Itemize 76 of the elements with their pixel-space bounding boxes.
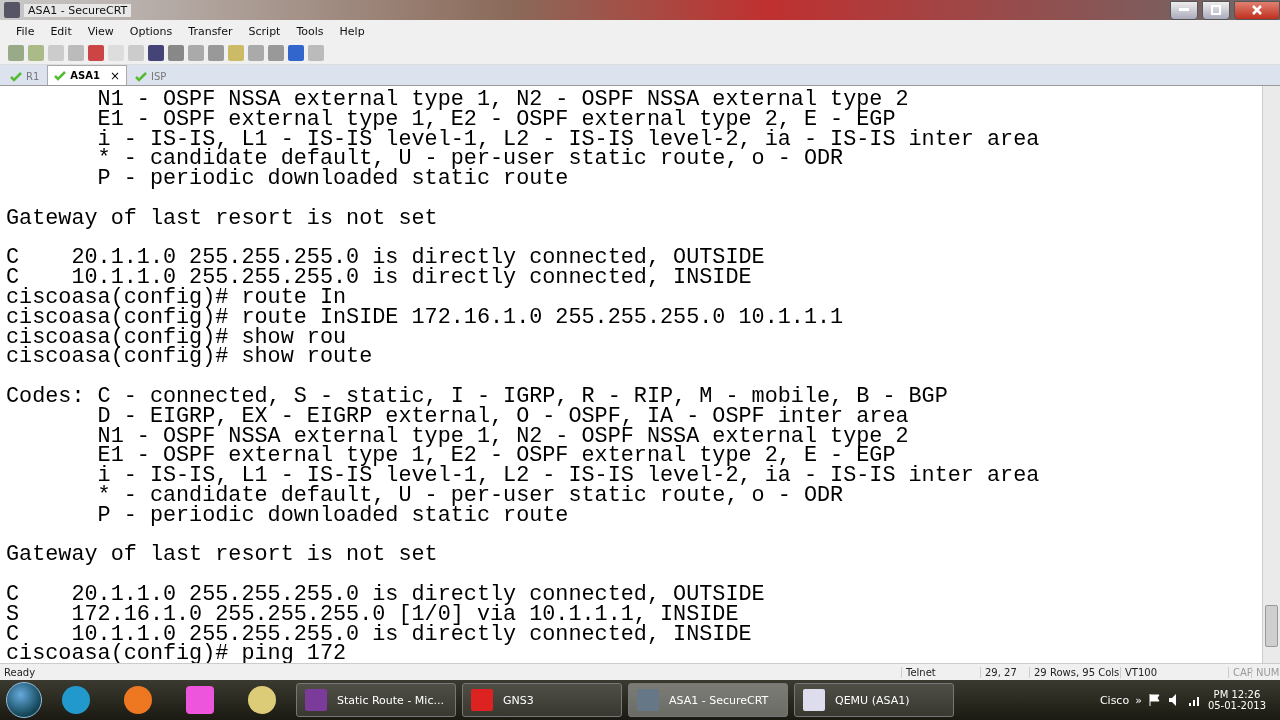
check-icon [54, 70, 67, 81]
taskbar-button[interactable]: Static Route - Mic... [296, 683, 456, 717]
close-icon [1252, 5, 1262, 15]
app-icon [803, 689, 825, 711]
terminal-line: C 10.1.1.0 255.255.255.0 is directly connected, INSIDE [6, 268, 753, 288]
clock-time[interactable]: PM 12:26 [1213, 689, 1261, 700]
terminal-line: i - IS-IS, L1 - IS-IS level-1, L2 - IS-IS level-2, ia - IS-IS inter area [96, 466, 1041, 486]
menu-item[interactable]: Script [240, 24, 289, 38]
toolbar-label[interactable]: Cisco [1099, 693, 1130, 707]
cursor-position: 29, 27 [980, 666, 1029, 678]
flag-icon[interactable] [1147, 693, 1162, 707]
toolbar-icon[interactable] [88, 45, 104, 61]
clock-date[interactable]: 05-01-2013 [1207, 700, 1266, 711]
check-icon [10, 71, 22, 82]
terminal-line: Gateway of last resort is not set [6, 208, 439, 229]
restore-icon [1211, 5, 1221, 15]
terminal-line: D - EIGRP, EX - EIGRP external, O - OSPF, IA - OSPF inter area [96, 406, 910, 427]
toolbar-icon[interactable] [188, 45, 204, 61]
check-icon [135, 71, 147, 82]
terminal-line: C 20.1.1.0 255.255.255.0 is directly connected, OUTSIDE [6, 584, 766, 605]
menu-item[interactable]: Transfer [180, 24, 241, 38]
toolbar-icon[interactable] [48, 45, 64, 61]
taskbar-button[interactable]: QEMU (ASA1) [794, 683, 954, 717]
session-tab[interactable]: ISP [129, 68, 173, 85]
terminal-line: P - periodic downloaded static route [96, 505, 570, 526]
toolbar-icon[interactable] [68, 45, 84, 61]
terminal-line: P - periodic downloaded static route [96, 169, 570, 189]
toolbar-icon[interactable] [308, 45, 324, 61]
menu-item[interactable]: Options [121, 24, 181, 38]
toolbar-icon[interactable] [28, 45, 44, 61]
menu-item[interactable]: Help [331, 24, 373, 38]
toolbar-icon[interactable] [228, 45, 244, 61]
toolbar-icon[interactable] [8, 45, 24, 61]
toolbar-icon[interactable] [148, 45, 164, 61]
toolbar-icon[interactable] [128, 45, 144, 61]
window-title: ASA1 - SecureCRT [24, 3, 132, 17]
protocol-label: Telnet [901, 666, 980, 678]
session-tab[interactable]: R1 [4, 68, 46, 85]
toolbar-icon[interactable] [288, 45, 304, 61]
toolbar-icon[interactable] [168, 45, 184, 61]
terminal-line: ciscoasa(config)# show route [6, 347, 374, 368]
terminal-line: ciscoasa(config)# route InSIDE 172.16.1.0 255.255.255.0 10.1.1.1 [6, 307, 845, 328]
terminal-line: ciscoasa(config)# route In [6, 287, 347, 308]
terminal-line: Codes: C - connected, S - static, I - IGRP, R - RIP, M - mobile, B - BGP [6, 386, 949, 407]
app-icon [637, 689, 659, 711]
menu-item[interactable]: View [79, 24, 122, 38]
status-message: Ready [3, 666, 37, 678]
minimize-button[interactable] [1170, 0, 1198, 20]
app-icon [305, 689, 327, 711]
taskbar-button[interactable]: GNS3 [462, 683, 622, 717]
scrollbar[interactable] [1262, 86, 1280, 663]
terminal-line: E1 - OSPF external type 1, E2 - OSPF external type 2, E - EGP [96, 109, 897, 130]
taskbar-button[interactable]: ASA1 - SecureCRT [628, 683, 788, 717]
menu-item[interactable]: Edit [42, 24, 80, 38]
toolbar-icon[interactable] [268, 45, 284, 61]
session-tab[interactable]: ASA1 × [47, 65, 127, 85]
terminal-line: N1 - OSPF NSSA external type 1, N2 - OSPF NSSA external type 2 [96, 90, 910, 110]
menu-item[interactable]: Tools [288, 24, 332, 38]
app-icon [4, 2, 20, 18]
terminal-size: 29 Rows, 95 Cols [1029, 666, 1120, 678]
terminal-line: ciscoasa(config)# ping 172 [6, 644, 348, 663]
close-tab-button[interactable]: × [109, 68, 120, 83]
emulation-label: VT100 [1120, 666, 1169, 678]
terminal-line: S 172.16.1.0 255.255.255.0 [1/0] via 10.1.1.1, INSIDE [6, 604, 739, 625]
minimize-icon [1179, 8, 1189, 12]
close-button[interactable] [1234, 0, 1280, 20]
maximize-button[interactable] [1202, 0, 1230, 20]
toolbar-icon[interactable] [208, 45, 224, 61]
start-button[interactable] [6, 682, 42, 718]
menu-item[interactable]: File [8, 24, 43, 38]
toolbar-icon[interactable] [248, 45, 264, 61]
toolbar-chevron[interactable]: » [1135, 693, 1142, 707]
app-icon [471, 689, 493, 711]
terminal-line: Gateway of last resort is not set [6, 545, 439, 566]
terminal-line: * - candidate default, U - per-user static route, o - ODR [96, 485, 845, 506]
num-indicator: NUM [1251, 666, 1280, 678]
